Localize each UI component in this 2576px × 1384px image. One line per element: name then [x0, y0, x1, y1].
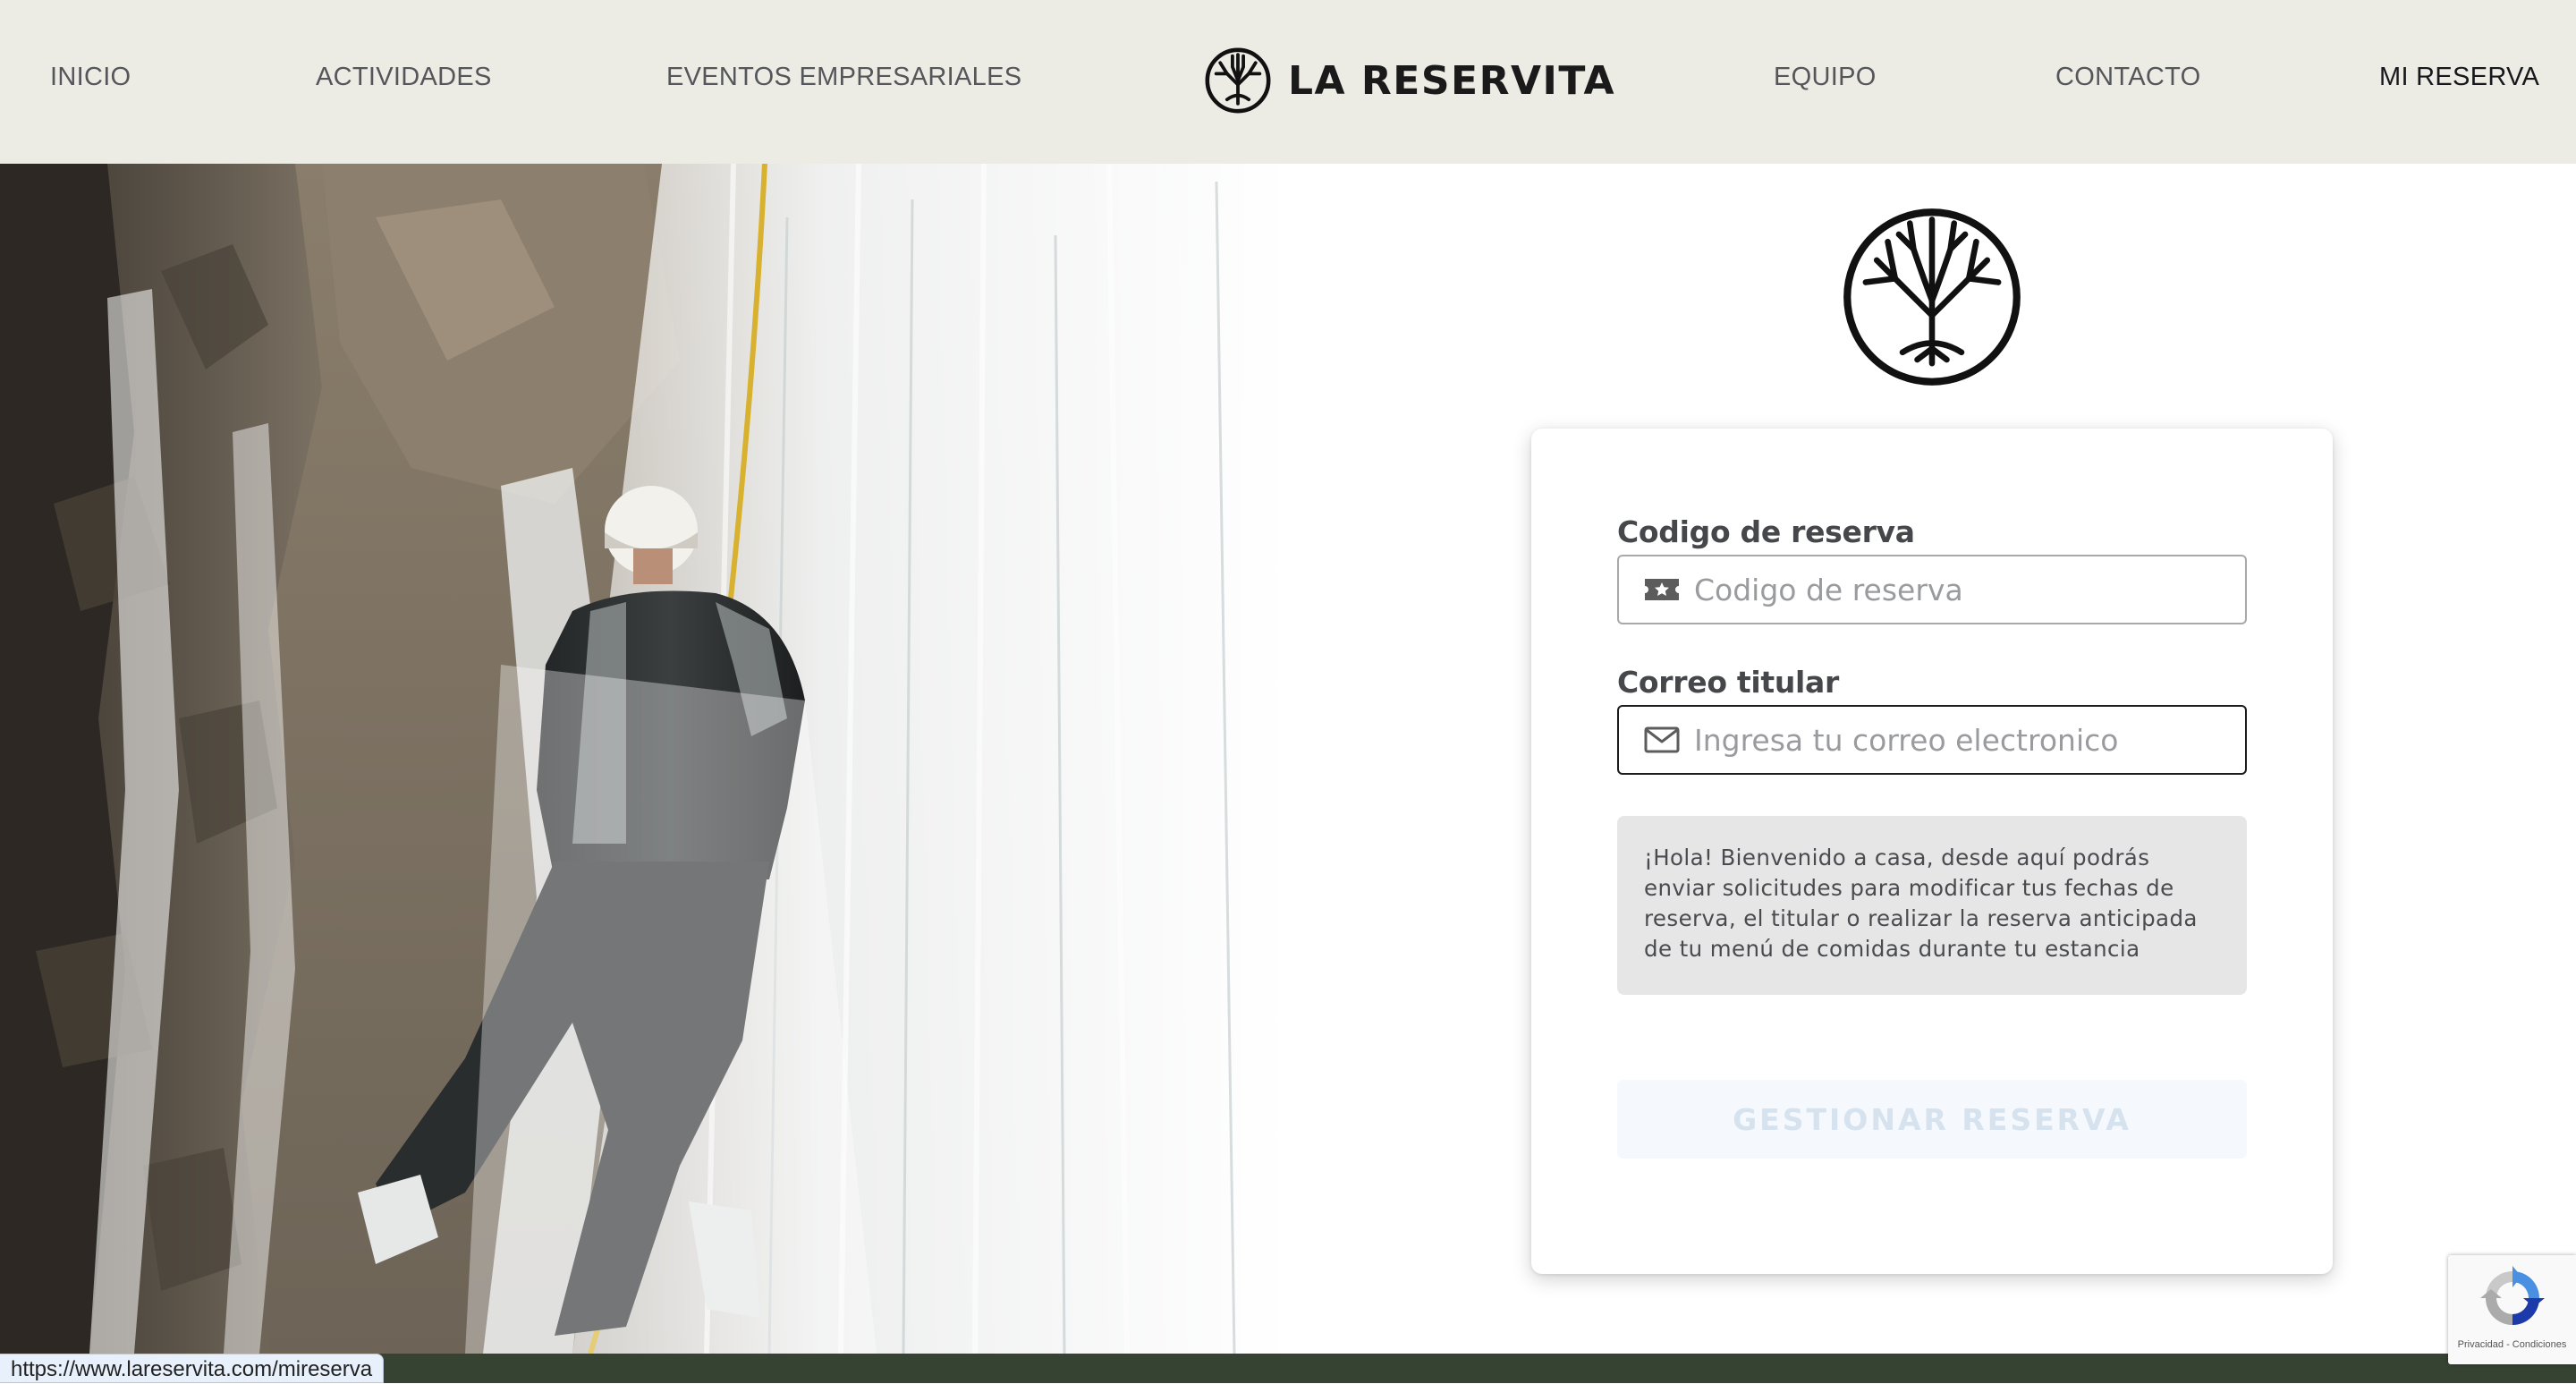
recaptcha-icon — [2480, 1266, 2545, 1325]
recaptcha-links[interactable]: Privacidad - Condiciones — [2448, 1339, 2576, 1350]
ticket-icon — [1645, 579, 1679, 600]
canyoning-waterfall-photo — [0, 164, 1288, 1354]
brand-name: LA RESERVITA — [1288, 57, 1616, 104]
owner-email-label: Correo titular — [1617, 665, 1839, 700]
nav-link-inicio[interactable]: INICIO — [50, 63, 131, 92]
reservation-code-input[interactable] — [1694, 556, 2245, 623]
manage-reservation-button[interactable]: GESTIONAR RESERVA — [1617, 1080, 2247, 1159]
tree-logo-icon — [1205, 47, 1271, 114]
brand-logo-link[interactable]: LA RESERVITA — [1204, 45, 1615, 116]
reservation-code-label: Codigo de reserva — [1617, 514, 1915, 549]
reservation-lookup-card: Codigo de reserva Correo titular ¡Hola! … — [1531, 429, 2333, 1274]
envelope-icon — [1644, 726, 1680, 753]
tree-emblem-icon — [1843, 208, 2021, 386]
nav-link-actividades[interactable]: ACTIVIDADES — [316, 63, 492, 92]
status-bar-url: https://www.lareservita.com/mireserva — [0, 1354, 385, 1383]
nav-link-equipo[interactable]: EQUIPO — [1774, 63, 1877, 92]
nav-link-eventos-empresariales[interactable]: EVENTOS EMPRESARIALES — [666, 63, 1021, 92]
welcome-info-box: ¡Hola! Bienvenido a casa, desde aquí pod… — [1617, 816, 2247, 995]
reservation-code-field[interactable] — [1617, 555, 2247, 624]
owner-email-input[interactable] — [1694, 707, 2245, 773]
recaptcha-badge[interactable]: Privacidad - Condiciones — [2448, 1255, 2576, 1364]
footer-strip — [0, 1354, 2576, 1383]
nav-link-mi-reserva[interactable]: MI RESERVA — [2379, 63, 2539, 92]
top-navigation-bar: INICIO ACTIVIDADES EVENTOS EMPRESARIALES… — [0, 0, 2576, 164]
owner-email-field[interactable] — [1617, 705, 2247, 775]
nav-link-contacto[interactable]: CONTACTO — [2055, 63, 2200, 92]
